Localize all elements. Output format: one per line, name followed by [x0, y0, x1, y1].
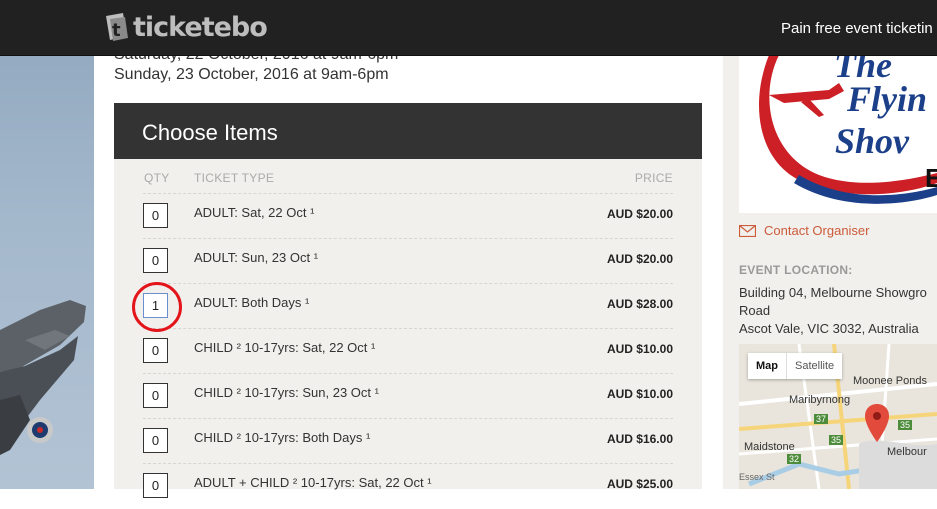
- background-aircraft-image: [0, 0, 94, 489]
- map-label: Melbour: [887, 446, 927, 458]
- ticket-name: ADULT: Both Days ¹: [194, 295, 310, 310]
- contact-organiser-label: Contact Organiser: [764, 223, 870, 238]
- ticket-row: 0 CHILD ² 10-17yrs: Sun, 23 Oct ¹ AUD $1…: [143, 373, 673, 419]
- choose-items-title: Choose Items: [142, 120, 278, 145]
- qty-input-child-both[interactable]: 0: [143, 428, 168, 453]
- qty-input-child-sun[interactable]: 0: [143, 383, 168, 408]
- map-toggle-map[interactable]: Map: [748, 353, 787, 379]
- map-pin-icon[interactable]: [865, 404, 889, 442]
- qty-input-adult-sun[interactable]: 0: [143, 248, 168, 273]
- event-logo-word-4: E: [925, 163, 937, 193]
- map-label: Moonee Ponds: [853, 375, 927, 387]
- ticket-price: AUD $28.00: [606, 297, 673, 311]
- map-label: Essex St: [739, 472, 775, 482]
- map-route-badge: 32: [787, 454, 802, 464]
- ticket-row: 0 ADULT: Sat, 22 Oct ¹ AUD $20.00: [143, 193, 673, 239]
- ticket-name: ADULT: Sun, 23 Oct ¹: [194, 250, 319, 265]
- event-logo-word-2: Flyin: [846, 79, 927, 119]
- map-route-badge: 35: [898, 420, 913, 430]
- ticket-row: 1 ADULT: Both Days ¹ AUD $28.00: [143, 283, 673, 329]
- map-toggle-satellite[interactable]: Satellite: [787, 353, 842, 379]
- map-route-badge: 35: [829, 435, 844, 445]
- top-nav-bar: t ticketebo Pain free event ticketin: [0, 0, 937, 56]
- ticket-row: 0 CHILD ² 10-17yrs: Both Days ¹ AUD $16.…: [143, 418, 673, 464]
- svg-text:t: t: [112, 20, 121, 41]
- highlight-circle-annotation: [132, 282, 182, 332]
- qty-input-child-sat[interactable]: 0: [143, 338, 168, 363]
- ticket-price: AUD $20.00: [606, 252, 673, 266]
- mail-icon: [739, 224, 756, 237]
- event-sidebar: The Flyin Shov E Contact Organiser EVENT…: [723, 0, 937, 489]
- event-logo-image: The Flyin Shov E: [739, 55, 937, 213]
- ticket-price: AUD $10.00: [606, 387, 673, 401]
- event-location-label: EVENT LOCATION:: [739, 263, 853, 277]
- column-qty: QTY: [144, 171, 170, 185]
- ticket-row: 0 CHILD ² 10-17yrs: Sat, 22 Oct ¹ AUD $1…: [143, 328, 673, 374]
- contact-organiser-link[interactable]: Contact Organiser: [739, 223, 870, 238]
- map-type-toggle: Map Satellite: [748, 353, 843, 379]
- ticket-name: CHILD ² 10-17yrs: Both Days ¹: [194, 430, 371, 445]
- location-map[interactable]: Map Satellite Moonee Ponds Maribyrnong M…: [739, 344, 937, 489]
- ticket-list: QTY TICKET TYPE PRICE 0 ADULT: Sat, 22 O…: [114, 159, 702, 498]
- column-price: PRICE: [634, 171, 673, 185]
- column-ticket-type: TICKET TYPE: [194, 171, 275, 185]
- event-logo-word-3: Shov: [835, 121, 910, 161]
- address-line-2: Road: [739, 303, 771, 318]
- ticket-logo-icon: t: [103, 12, 131, 42]
- event-date-sun: Sunday, 23 October, 2016 at 9am-6pm: [114, 66, 389, 83]
- ticket-price: AUD $16.00: [606, 432, 673, 446]
- ticket-price: AUD $20.00: [606, 207, 673, 221]
- ticketebo-logo[interactable]: t ticketebo: [103, 10, 268, 44]
- choose-items-header: Choose Items: [114, 103, 702, 159]
- ticket-row: 0 ADULT: Sun, 23 Oct ¹ AUD $20.00: [143, 238, 673, 284]
- logo-text: ticketebo: [133, 11, 268, 43]
- map-label: Maribyrnong: [789, 394, 851, 406]
- map-route-badge: 37: [814, 414, 829, 424]
- address-line-3: Ascot Vale, VIC 3032, Australia: [739, 321, 919, 336]
- ticket-name: CHILD ² 10-17yrs: Sat, 22 Oct ¹: [194, 340, 376, 355]
- qty-input-adult-child-sat[interactable]: 0: [143, 473, 168, 498]
- qty-input-adult-sat[interactable]: 0: [143, 203, 168, 228]
- address-line-1: Building 04, Melbourne Showgro: [739, 285, 927, 300]
- map-label: Maidstone: [744, 441, 795, 453]
- ticket-name: ADULT: Sat, 22 Oct ¹: [194, 205, 315, 220]
- tagline: Pain free event ticketin: [781, 20, 933, 37]
- main-content: Saturday, 22 October, 2016 at 9am-6pm Su…: [94, 0, 723, 498]
- ticket-row: 0 ADULT + CHILD ² 10-17yrs: Sat, 22 Oct …: [143, 463, 673, 509]
- ticket-price: AUD $10.00: [606, 342, 673, 356]
- ticket-name: CHILD ² 10-17yrs: Sun, 23 Oct ¹: [194, 385, 379, 400]
- ticket-name: ADULT + CHILD ² 10-17yrs: Sat, 22 Oct ¹: [194, 475, 432, 490]
